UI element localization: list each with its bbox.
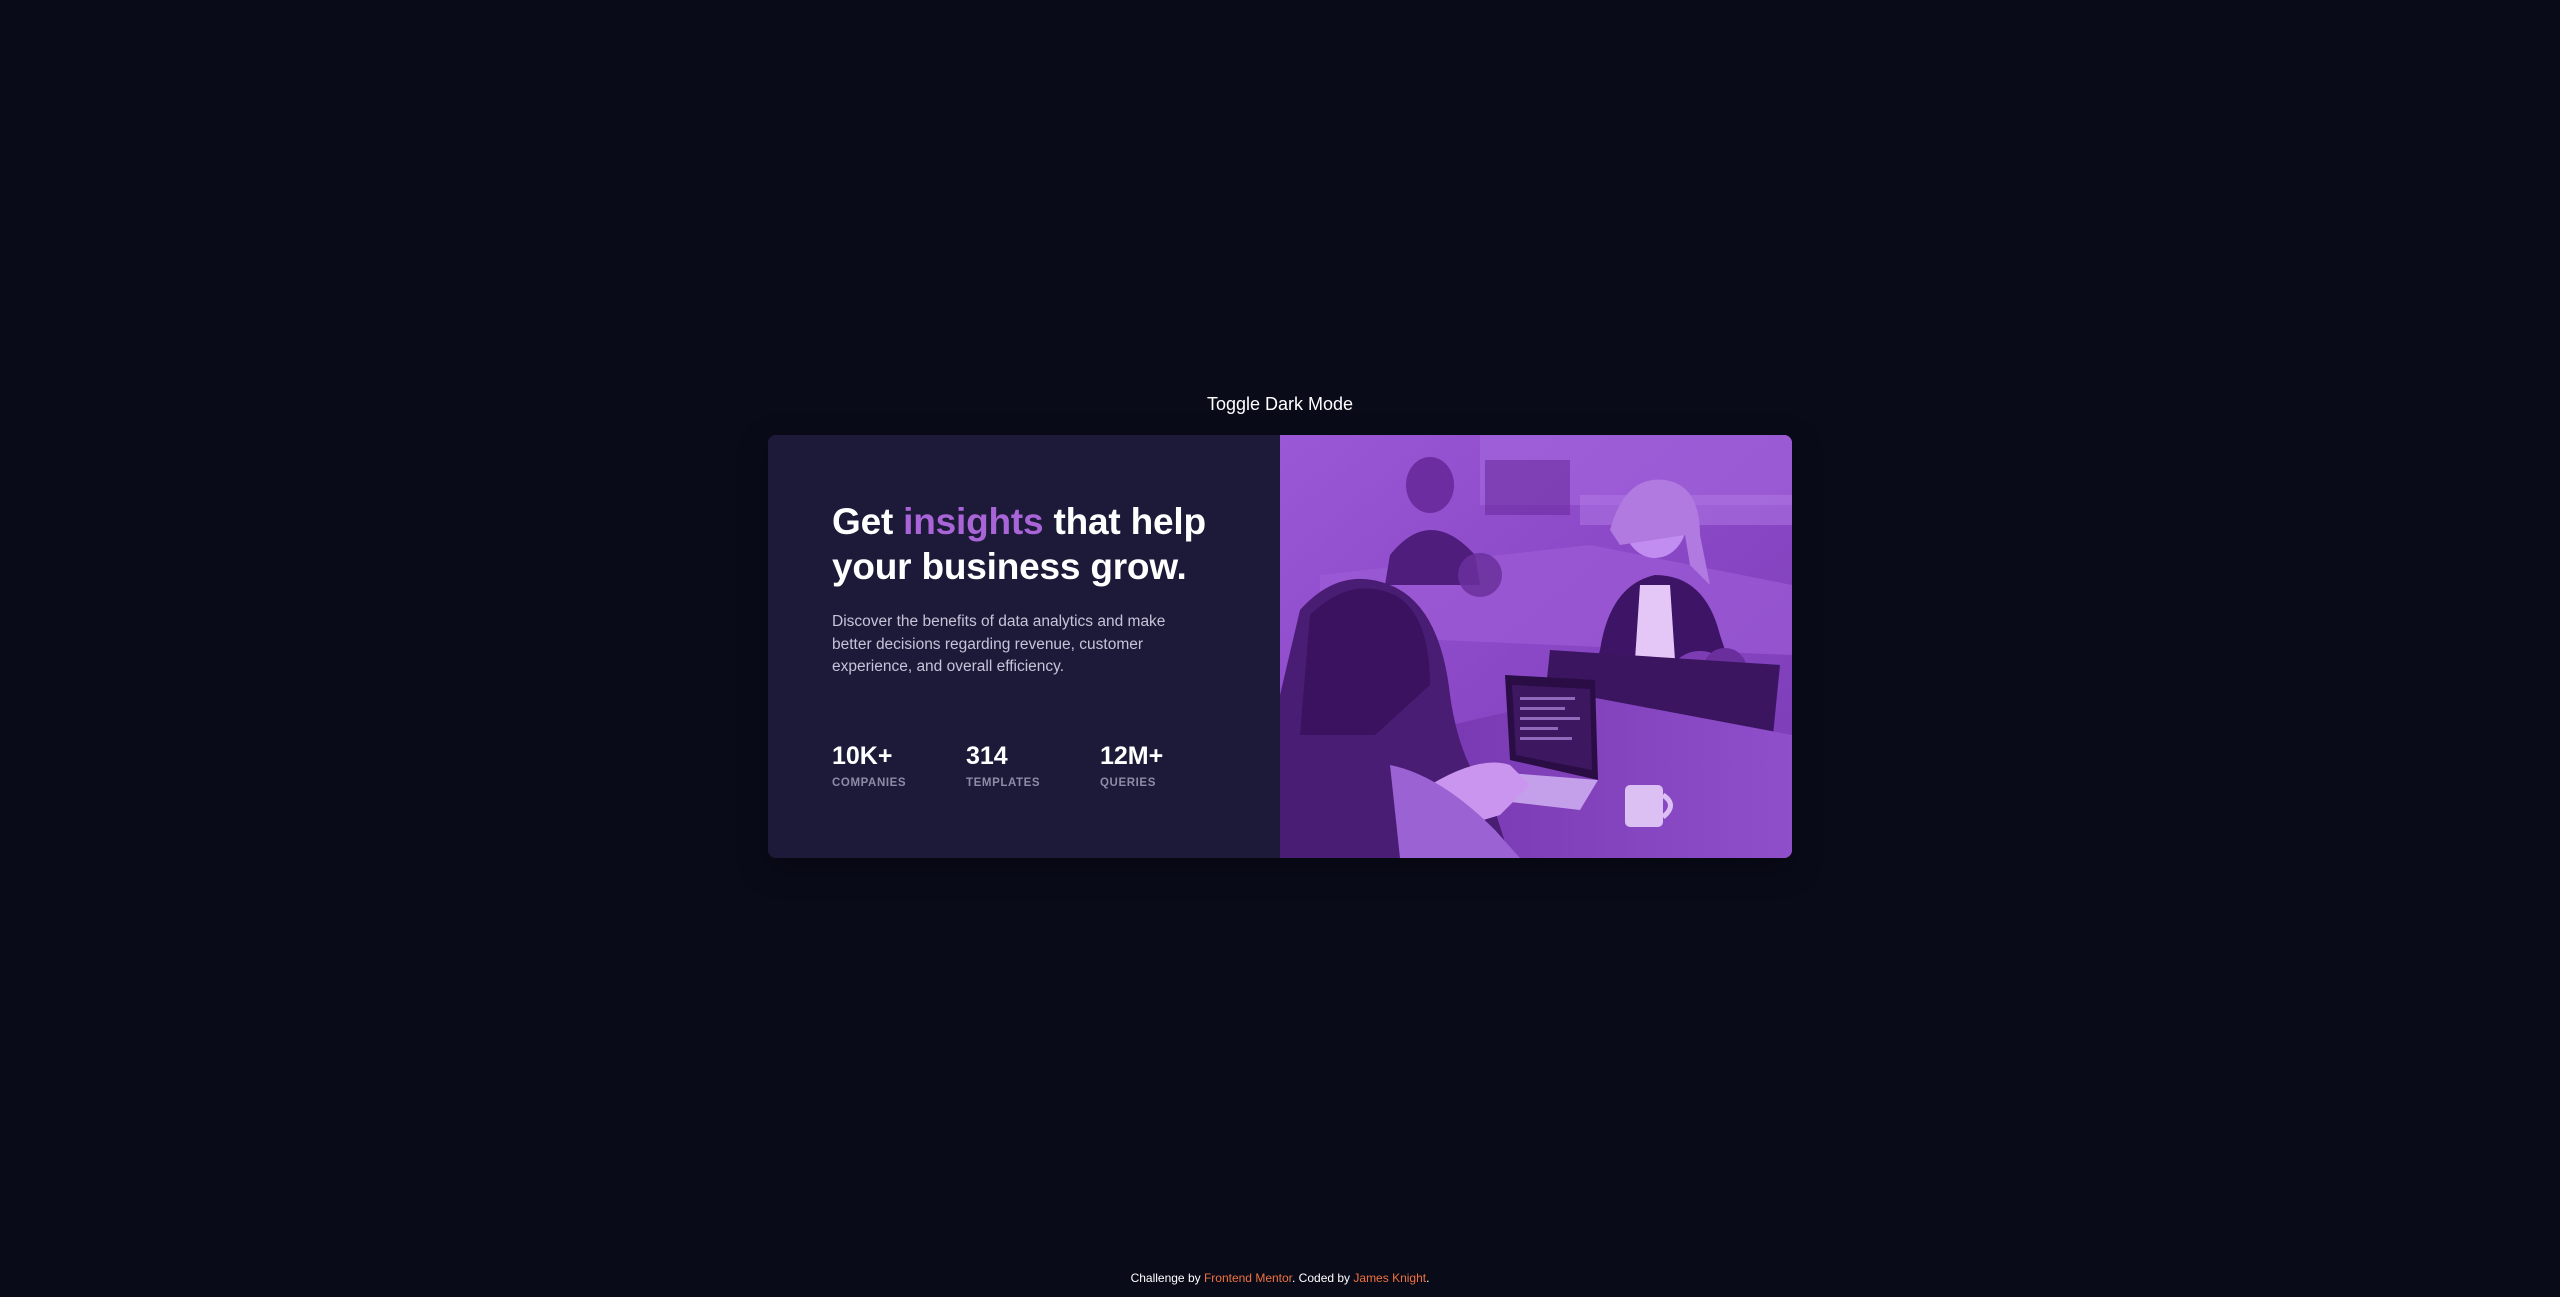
author-link[interactable]: James Knight [1353, 1271, 1426, 1285]
stat-value: 10K+ [832, 742, 893, 770]
stat-templates: 314 Templates [966, 741, 1100, 791]
card-description: Discover the benefits of data analytics … [832, 613, 1166, 675]
footer-middle: . Coded by [1292, 1271, 1354, 1285]
stat-queries: 12M+ Queries [1100, 741, 1234, 791]
toggle-dark-mode-button[interactable]: Toggle Dark Mode [1207, 394, 1353, 414]
stats-row: 10K+ Companies 314 Templates 12M+ Querie… [832, 741, 1234, 791]
card-headline: Get insights that help your business gro… [832, 499, 1252, 589]
stat-label: Templates [966, 777, 1041, 789]
stats-preview-card: Get insights that help your business gro… [768, 435, 1792, 858]
office-team-photo-icon [1280, 435, 1792, 858]
toggle-area: Toggle Dark Mode [0, 392, 2560, 416]
stat-value: 314 [966, 742, 1008, 770]
headline-accent: insights [903, 501, 1044, 542]
page: Toggle Dark Mode Get insights that help … [0, 0, 2560, 1297]
stat-label: Companies [832, 777, 907, 789]
attribution-footer: Challenge by Frontend Mentor. Coded by J… [0, 1270, 2560, 1286]
stat-label: Queries [1100, 777, 1156, 789]
card-content: Get insights that help your business gro… [768, 435, 1280, 858]
footer-suffix: . [1426, 1271, 1430, 1285]
frontend-mentor-link[interactable]: Frontend Mentor [1204, 1271, 1292, 1285]
headline-before: Get [832, 501, 904, 542]
office-team-photo [1280, 435, 1792, 858]
stat-companies: 10K+ Companies [832, 741, 966, 791]
stat-value: 12M+ [1100, 742, 1164, 770]
footer-prefix: Challenge by [1130, 1271, 1204, 1285]
